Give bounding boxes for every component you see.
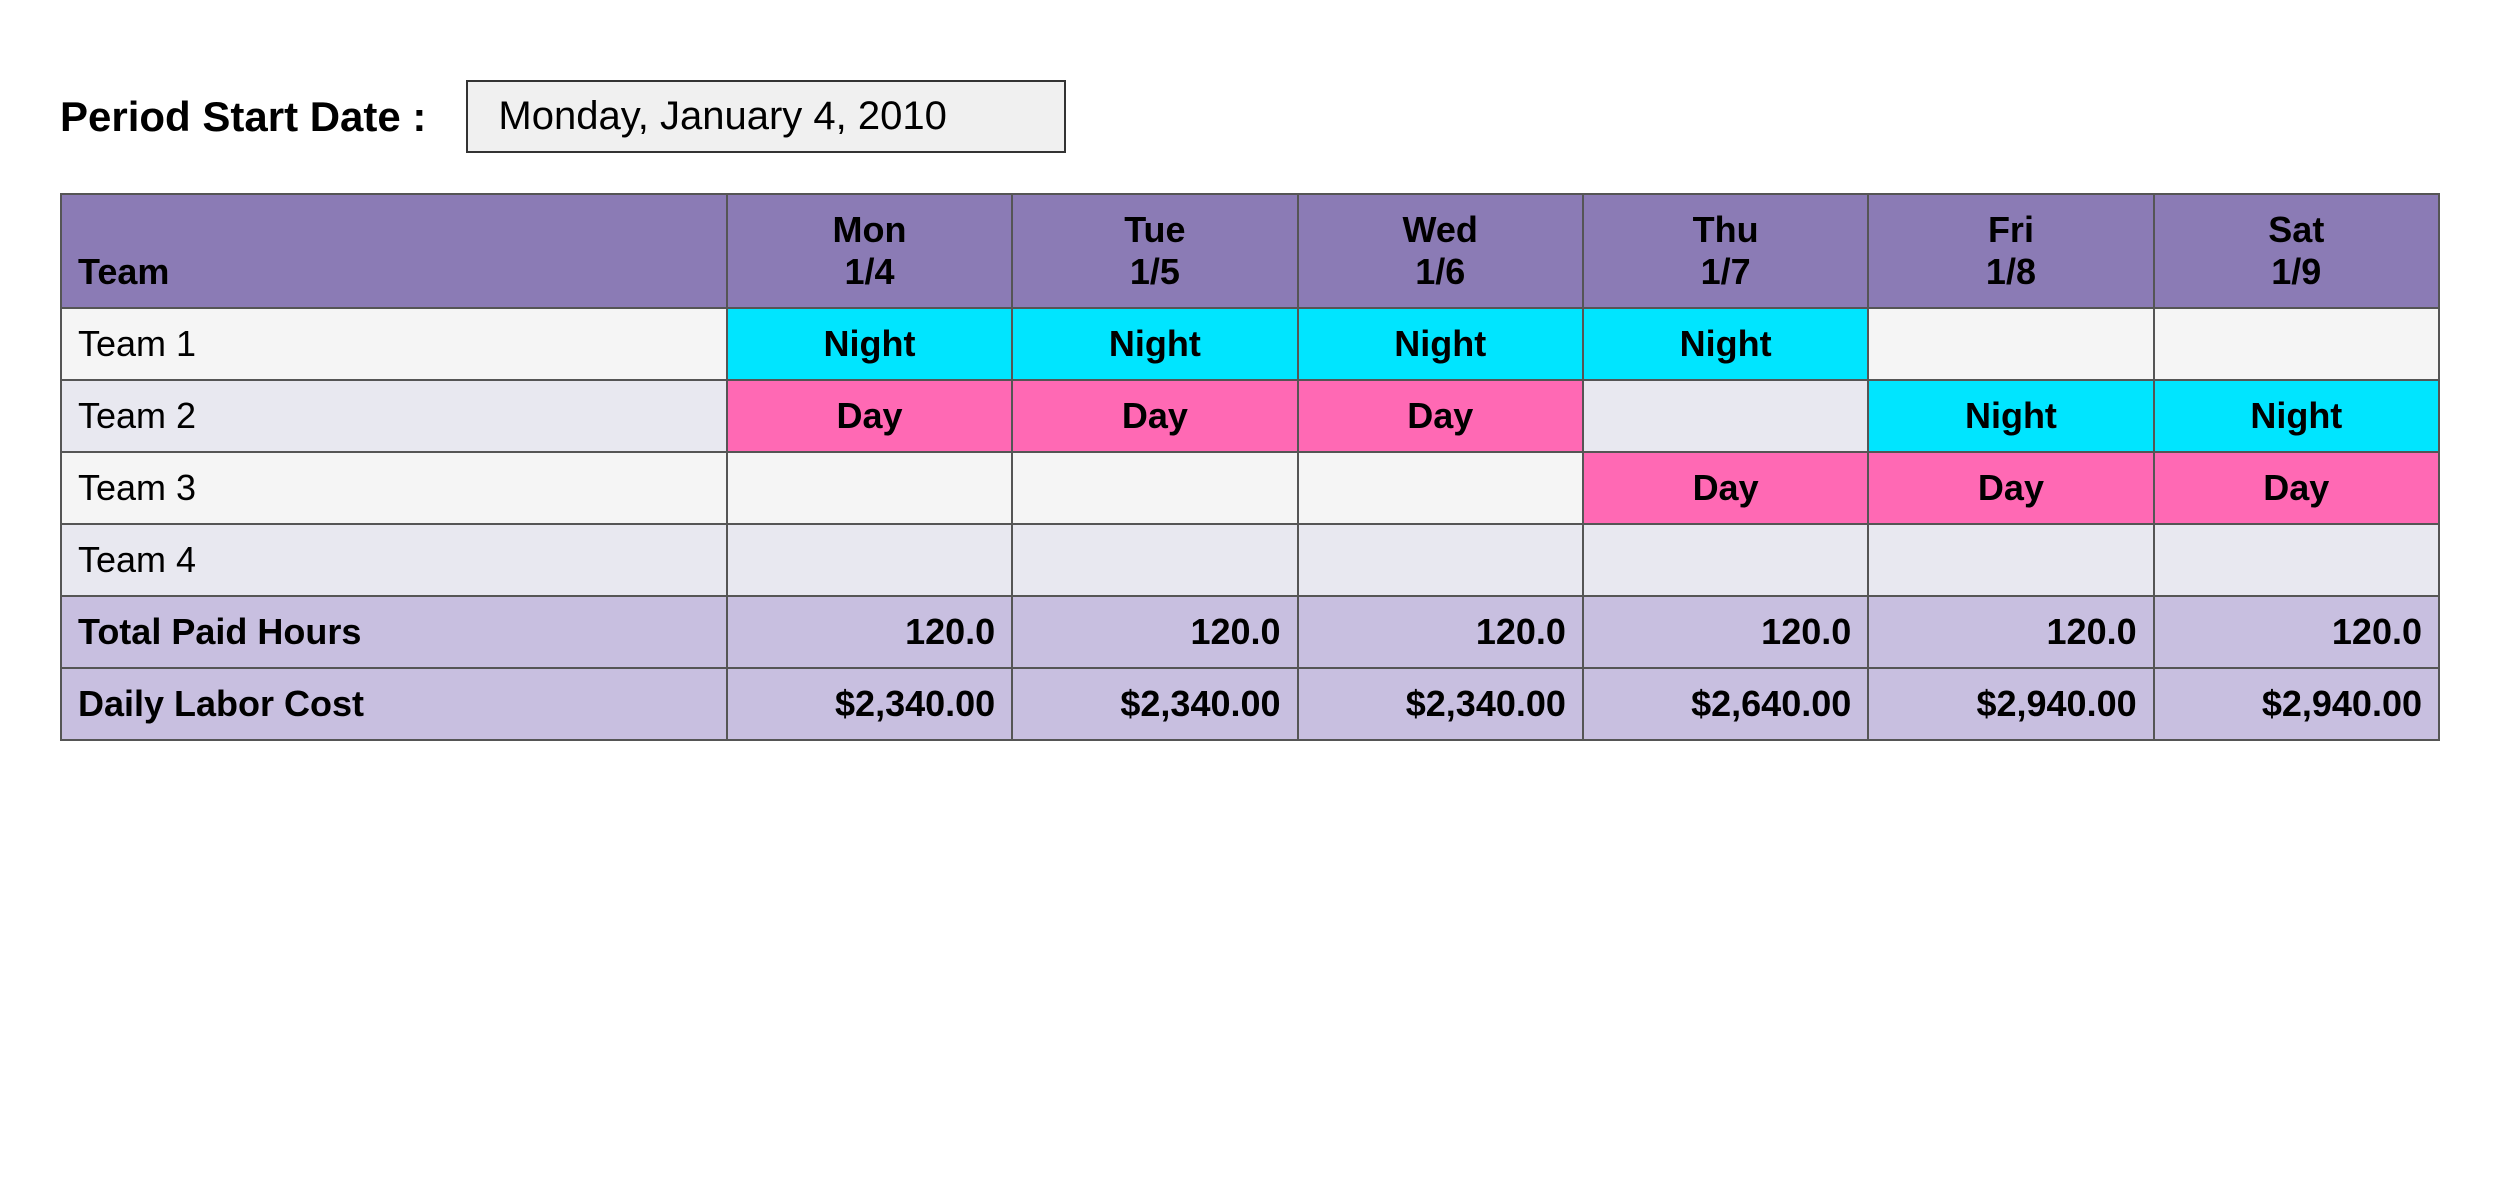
summary-1-mon: $2,340.00 (727, 668, 1012, 740)
team-2-sat-cell: Night (2154, 380, 2439, 452)
header-thu-day: Thu (1594, 209, 1857, 251)
team-4-thu-cell (1583, 524, 1868, 596)
team-4-mon-cell (727, 524, 1012, 596)
team-2-wed-cell: Day (1298, 380, 1583, 452)
header-tue-day: Tue (1023, 209, 1286, 251)
team-3-wed-cell (1298, 452, 1583, 524)
header-sat-date: 1/9 (2165, 251, 2428, 293)
team-name-cell: Team 1 (61, 308, 727, 380)
header-tue: Tue 1/5 (1012, 194, 1297, 308)
team-3-sat-cell: Day (2154, 452, 2439, 524)
header-mon: Mon 1/4 (727, 194, 1012, 308)
summary-1-sat: $2,940.00 (2154, 668, 2439, 740)
table-row: Team 4 (61, 524, 2439, 596)
team-3-mon-cell (727, 452, 1012, 524)
summary-row-1: Daily Labor Cost$2,340.00$2,340.00$2,340… (61, 668, 2439, 740)
summary-1-tue: $2,340.00 (1012, 668, 1297, 740)
team-4-fri-cell (1868, 524, 2153, 596)
team-1-wed-cell: Night (1298, 308, 1583, 380)
header-fri: Fri 1/8 (1868, 194, 2153, 308)
header-thu: Thu 1/7 (1583, 194, 1868, 308)
header-fri-day: Fri (1879, 209, 2142, 251)
summary-0-sat: 120.0 (2154, 596, 2439, 668)
header-sat-day: Sat (2165, 209, 2428, 251)
period-start-row: Period Start Date : Monday, January 4, 2… (60, 80, 2440, 153)
team-name-cell: Team 3 (61, 452, 727, 524)
team-3-fri-cell: Day (1868, 452, 2153, 524)
team-3-tue-cell (1012, 452, 1297, 524)
header-thu-date: 1/7 (1594, 251, 1857, 293)
summary-0-thu: 120.0 (1583, 596, 1868, 668)
header-fri-date: 1/8 (1879, 251, 2142, 293)
table-row: Team 2DayDayDayNightNight (61, 380, 2439, 452)
summary-row-0: Total Paid Hours120.0120.0120.0120.0120.… (61, 596, 2439, 668)
team-1-fri-cell (1868, 308, 2153, 380)
team-2-thu-cell (1583, 380, 1868, 452)
period-start-value: Monday, January 4, 2010 (466, 80, 1066, 153)
header-team: Team (61, 194, 727, 308)
team-4-sat-cell (2154, 524, 2439, 596)
team-1-thu-cell: Night (1583, 308, 1868, 380)
header-tue-date: 1/5 (1023, 251, 1286, 293)
summary-label-0: Total Paid Hours (61, 596, 727, 668)
header-wed: Wed 1/6 (1298, 194, 1583, 308)
table-header-row: Team Mon 1/4 Tue 1/5 Wed 1/6 Thu 1/7 Fri… (61, 194, 2439, 308)
team-1-tue-cell: Night (1012, 308, 1297, 380)
header-mon-day: Mon (738, 209, 1001, 251)
team-4-wed-cell (1298, 524, 1583, 596)
header-mon-date: 1/4 (738, 251, 1001, 293)
header-wed-date: 1/6 (1309, 251, 1572, 293)
team-2-fri-cell: Night (1868, 380, 2153, 452)
period-start-label: Period Start Date : (60, 93, 426, 141)
team-1-sat-cell (2154, 308, 2439, 380)
header-sat: Sat 1/9 (2154, 194, 2439, 308)
team-3-thu-cell: Day (1583, 452, 1868, 524)
table-row: Team 3DayDayDay (61, 452, 2439, 524)
team-name-cell: Team 2 (61, 380, 727, 452)
team-1-mon-cell: Night (727, 308, 1012, 380)
summary-0-fri: 120.0 (1868, 596, 2153, 668)
summary-0-mon: 120.0 (727, 596, 1012, 668)
table-row: Team 1NightNightNightNight (61, 308, 2439, 380)
summary-label-1: Daily Labor Cost (61, 668, 727, 740)
header-wed-day: Wed (1309, 209, 1572, 251)
team-2-mon-cell: Day (727, 380, 1012, 452)
team-2-tue-cell: Day (1012, 380, 1297, 452)
summary-0-tue: 120.0 (1012, 596, 1297, 668)
summary-1-fri: $2,940.00 (1868, 668, 2153, 740)
header-team-label: Team (78, 251, 169, 292)
schedule-table: Team Mon 1/4 Tue 1/5 Wed 1/6 Thu 1/7 Fri… (60, 193, 2440, 741)
summary-1-thu: $2,640.00 (1583, 668, 1868, 740)
summary-1-wed: $2,340.00 (1298, 668, 1583, 740)
team-4-tue-cell (1012, 524, 1297, 596)
summary-0-wed: 120.0 (1298, 596, 1583, 668)
team-name-cell: Team 4 (61, 524, 727, 596)
